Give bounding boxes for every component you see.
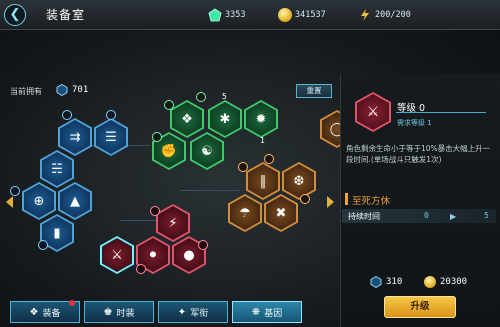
title-marker [345,193,348,205]
gold-coin-icon [278,7,292,22]
medal-icon: ❖ [181,111,193,127]
gem-value: 3353 [225,9,246,20]
fist-icon: ✊ [160,143,178,159]
node-level: 5 [222,92,227,101]
tab-label: 军衔 [190,308,209,319]
lock-icon [10,186,20,196]
flame-icon: ▲ [70,193,80,209]
skill-node-crosshair[interactable]: ⊕ [22,182,56,220]
lock-icon [152,132,162,142]
node-level: 1 [260,136,265,145]
orb-icon: ● [183,247,195,263]
tab-equipment[interactable]: ❖ 装备 [10,300,80,323]
skill-node-medal[interactable]: ❖ [170,100,204,138]
tab-rank[interactable]: ✦ 军衔 [158,301,228,323]
rifle-icon: ⇉ [69,129,81,145]
gene-icon: ❋ [251,306,261,318]
tree-connector [120,220,160,221]
lock-icon [62,110,72,120]
skill-node-flame[interactable]: ▲ [58,182,92,220]
crystal-icon [370,276,382,288]
tab-gene[interactable]: ❋ 基因 [232,301,302,323]
crossed-guns-icon: ✖ [275,205,287,221]
lock-icon [136,264,146,274]
back-arrow-icon[interactable]: ❮ [4,4,26,26]
gold-resource: 341537 [278,6,326,23]
tab-label: 时装 [116,308,135,319]
duration-current: 0 [424,211,429,220]
slash-icon: ⚡ [168,215,178,231]
skill-node-rifle[interactable]: ⇉ [58,118,92,156]
crystal-icon [56,84,68,96]
tab-label: 装备 [42,308,61,319]
duration-label: 持续时间 [348,212,380,221]
lock-icon [150,206,160,216]
wings-icon: ❆ [293,173,305,189]
burst-icon: ✹ [255,111,267,127]
skill-node-heavy-gun[interactable]: ☰ [94,118,128,156]
gold-coin-icon [424,276,436,288]
tab-label: 基因 [264,308,283,319]
skill-node-wings[interactable]: ❆ [282,162,316,200]
crossed-swords-icon: ⚔ [111,247,123,263]
lock-icon [300,194,310,204]
reset-button[interactable]: 重置 [296,84,332,98]
bullets-icon: ‖ [259,173,267,189]
lock-icon [196,92,206,102]
lock-icon [264,154,274,164]
armor-icon: ☯ [201,143,213,159]
lock-icon [238,162,248,172]
energy-value: 200/200 [375,9,411,20]
lock-icon [164,100,174,110]
crosshair-icon: ⊕ [33,193,45,209]
green-gem-icon [208,8,222,21]
gem-resource: 3353 [208,6,245,23]
skill-name: 至死方休 [352,196,391,207]
costume-icon: ♚ [103,306,113,318]
smg-icon: ☵ [51,161,63,177]
duration-next: 5 [484,211,489,220]
skill-node-parachute[interactable]: ☂ [228,194,262,232]
lock-icon [38,240,48,250]
tab-costume[interactable]: ♚ 时装 [84,301,154,323]
upgrade-button[interactable]: 升级 [384,296,456,318]
skill-node-power[interactable]: ✱ [208,100,242,138]
right-arrow-icon[interactable] [326,195,336,209]
lock-icon [198,240,208,250]
gold-cost: 20300 [440,277,468,287]
energy-resource: 200/200 [358,6,411,23]
owned-label: 当前拥有 [10,87,42,96]
skill-node-last-stand-selected[interactable]: ⚔ [100,236,134,274]
gold-value: 341537 [295,9,326,20]
level-requirement: 需求等级 1 [397,119,432,127]
parachute-icon: ☂ [239,205,251,221]
lock-icon [106,110,116,120]
skill-node-bullets[interactable]: ‖ [246,162,280,200]
heavy-gun-icon: ☰ [105,129,117,145]
skill-description: 角色剩余生命小于等于10%暴击大幅上升一段时间.(单场战斗只触发1次) [346,144,491,164]
ammo-icon: ▮ [53,225,61,241]
top-bar: ❮ 装备室 3353 341537 200/200 [0,0,500,30]
skill-node-slash[interactable]: ⚡ [156,204,190,242]
power-icon: ✱ [219,111,231,127]
arrow-right-icon: ▶ [450,212,457,221]
rank-icon: ✦ [177,306,187,318]
crystal-cost: 310 [386,277,403,287]
left-arrow-icon[interactable] [4,195,14,209]
level-divider [396,112,486,113]
energy-bolt-icon [361,8,369,21]
skill-node-burst[interactable]: ✹ [244,100,278,138]
equipment-icon: ❖ [29,306,39,318]
skill-node-armor[interactable]: ☯ [190,132,224,170]
notification-badge [69,300,75,306]
skill-node-smg[interactable]: ☵ [40,150,74,188]
runner-icon: ⚫ [147,247,159,263]
owned-value: 701 [72,85,89,95]
tree-connector [180,190,240,191]
page-title: 装备室 [46,8,86,22]
skill-node-crossed-guns[interactable]: ✖ [264,194,298,232]
